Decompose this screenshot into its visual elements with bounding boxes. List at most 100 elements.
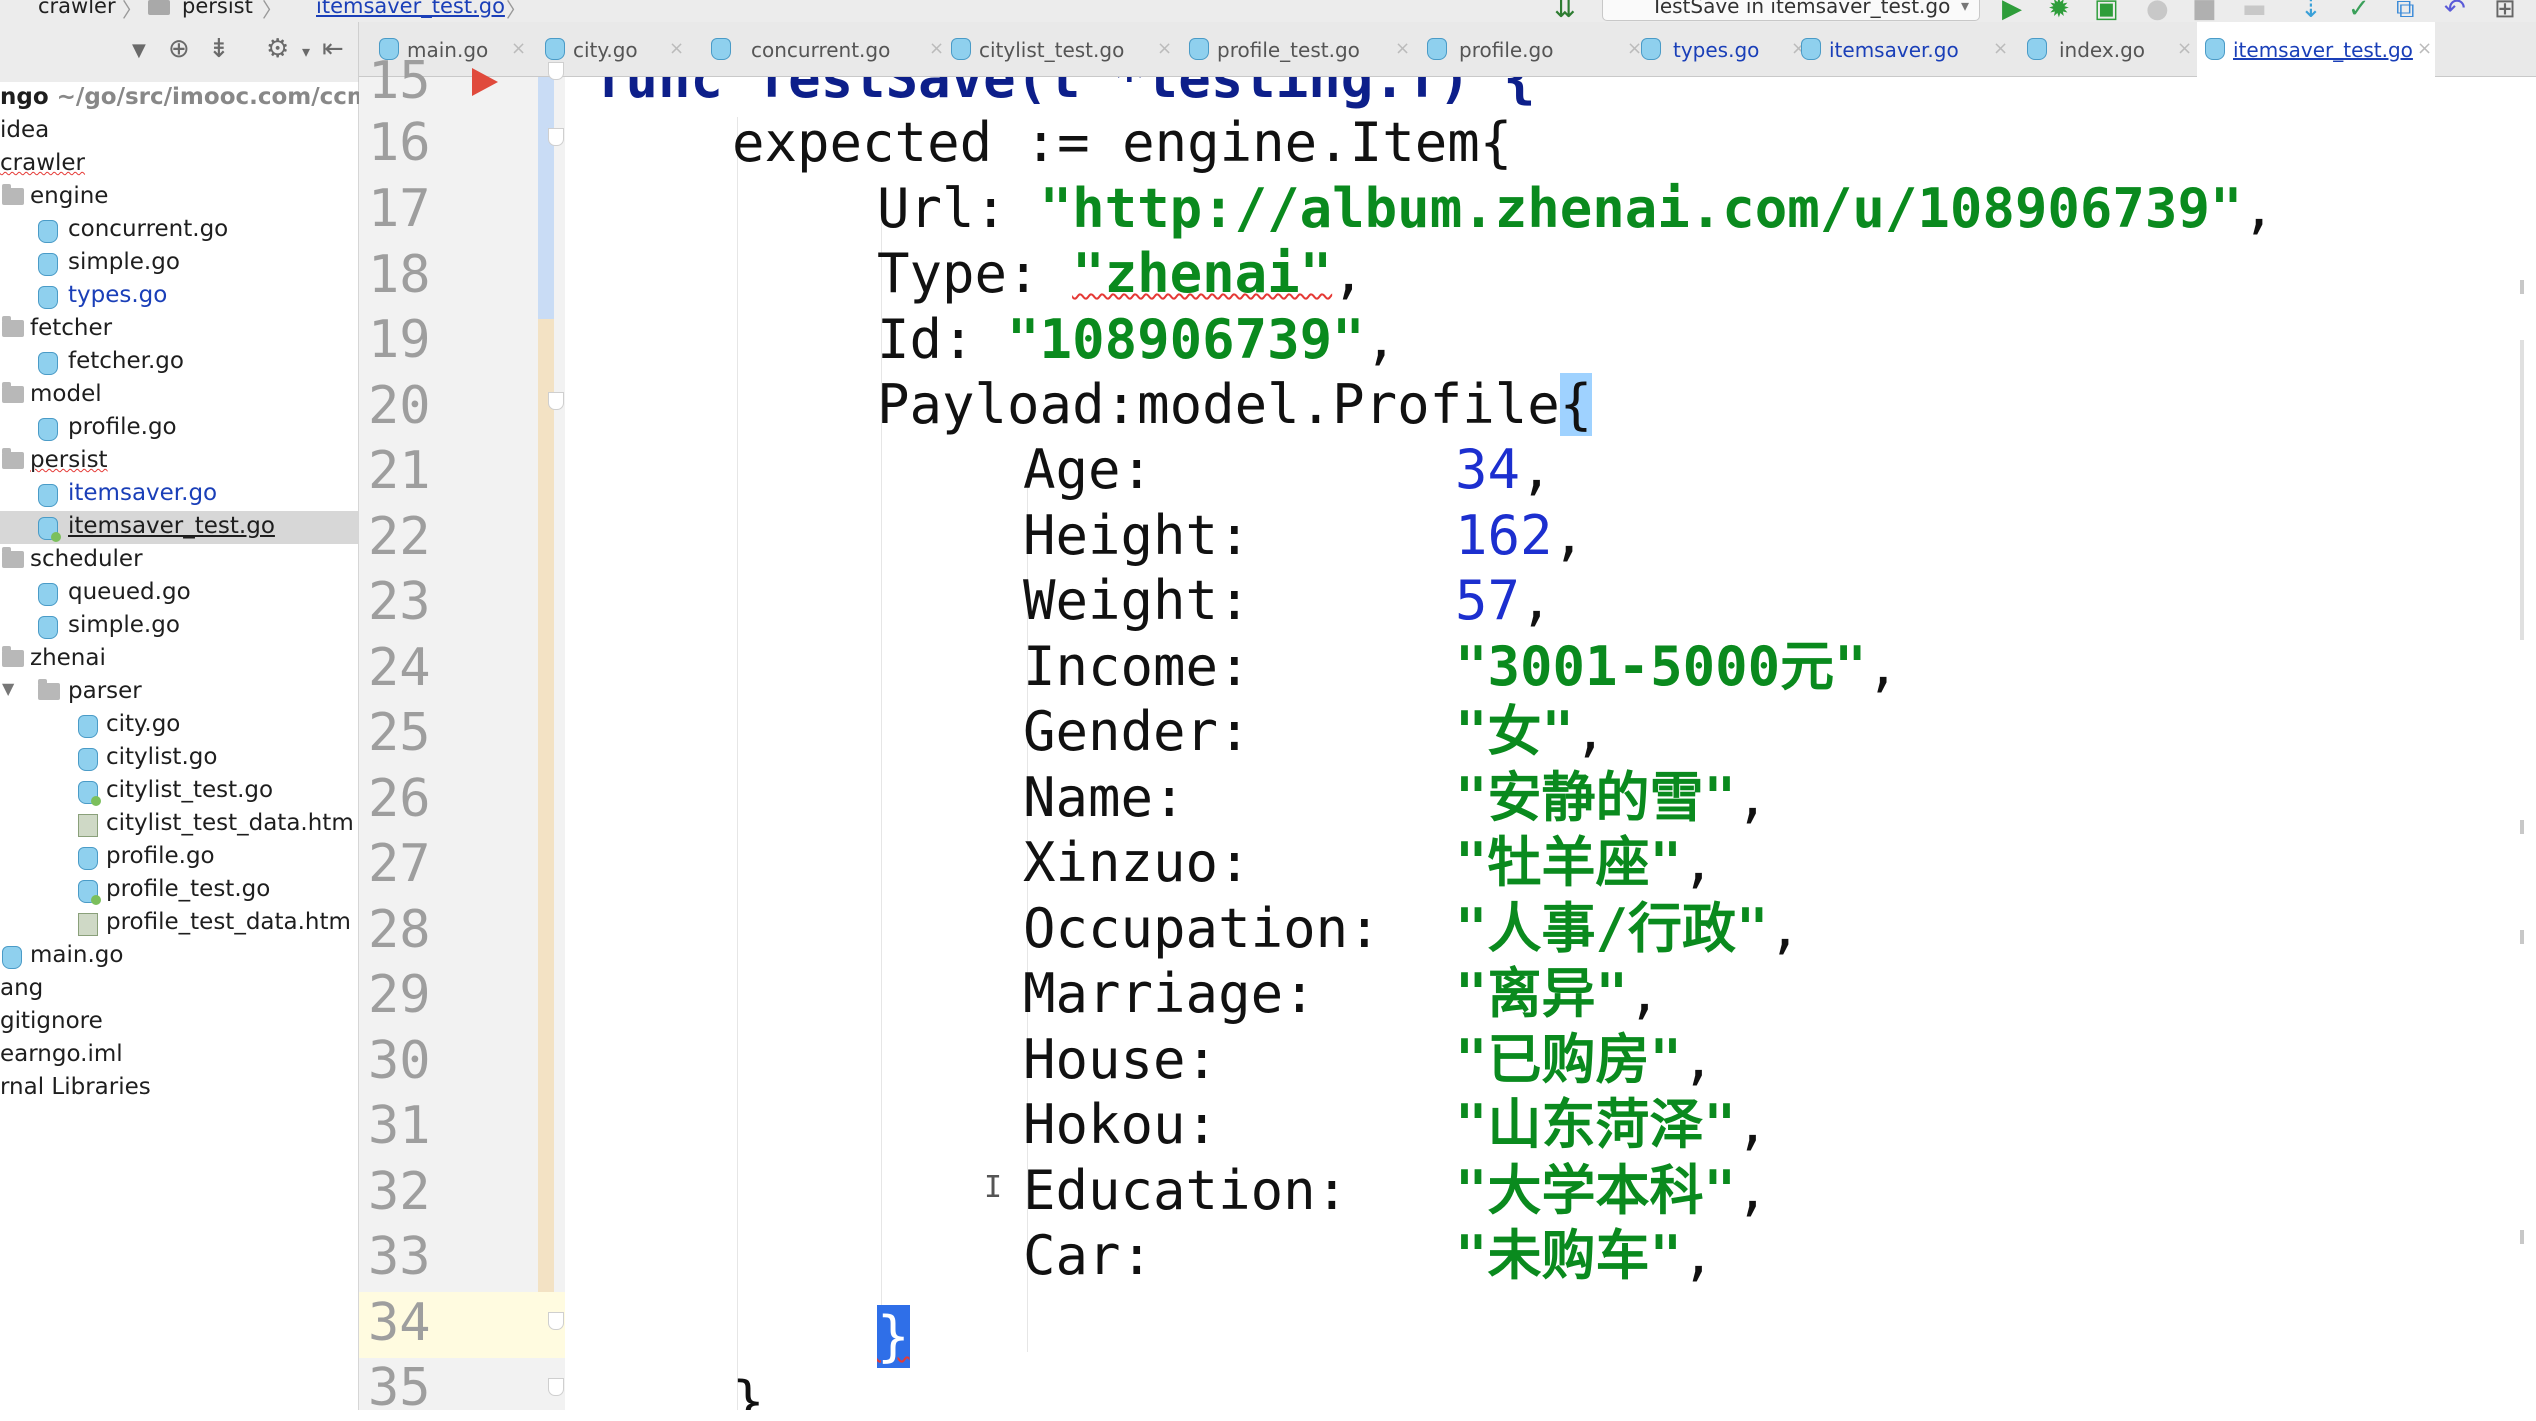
tree-item[interactable]: fetcher.go xyxy=(0,346,358,379)
tree-item[interactable]: gitignore xyxy=(0,1006,358,1039)
folder-icon xyxy=(2,547,24,568)
tree-item[interactable]: simple.go xyxy=(0,610,358,643)
tree-item[interactable]: fetcher xyxy=(0,313,358,346)
matched-brace: } xyxy=(877,1305,910,1368)
collapse-all-icon[interactable]: ⇟ xyxy=(208,34,230,64)
close-icon[interactable]: × xyxy=(2417,38,2432,59)
close-icon[interactable]: × xyxy=(1993,38,2008,59)
tree-item[interactable]: profile.go xyxy=(0,412,358,445)
field-value: "牡羊座" xyxy=(1455,831,1683,894)
debug-icon[interactable]: ✹ xyxy=(2048,0,2070,22)
breadcrumb-persist[interactable]: persist xyxy=(182,0,253,18)
tree-item[interactable]: concurrent.go xyxy=(0,214,358,247)
close-icon[interactable]: × xyxy=(1157,38,1172,59)
vcs-update-icon[interactable]: ⇣ xyxy=(2300,0,2322,22)
tab-profile-go[interactable]: profile.go × xyxy=(1419,22,1642,76)
tab-citylist-test-go[interactable]: citylist_test.go × xyxy=(943,22,1173,76)
build-icon[interactable]: ⇊ xyxy=(1554,0,1576,22)
layout-icon[interactable]: ▬ xyxy=(2242,0,2267,22)
fold-marker[interactable] xyxy=(548,392,564,410)
profile-icon[interactable]: ● xyxy=(2146,0,2169,22)
revert-icon[interactable]: ↶ xyxy=(2444,0,2466,22)
tree-item[interactable]: itemsaver.go xyxy=(0,478,358,511)
go-file-icon xyxy=(38,286,58,309)
tree-item[interactable]: profile_test_data.htm xyxy=(0,907,358,940)
coverage-icon[interactable]: ▣ xyxy=(2094,0,2119,22)
tree-item-label: persist xyxy=(30,447,108,473)
code-line-15: func TestSave(t *testing.T) { xyxy=(593,77,1536,110)
tab-types-go[interactable]: types.go × xyxy=(1633,22,1806,76)
fold-marker[interactable] xyxy=(548,1378,564,1396)
run-icon[interactable]: ▶ xyxy=(2002,0,2022,22)
stop-icon[interactable]: ■ xyxy=(2192,0,2217,22)
chevron-down-icon[interactable]: ▼ xyxy=(132,40,146,61)
tab-profile-test-go[interactable]: profile_test.go × xyxy=(1181,22,1411,76)
field-key: Income: xyxy=(1023,634,1251,698)
field-key: House: xyxy=(1023,1027,1219,1091)
line-number: 32 xyxy=(368,1162,431,1222)
tree-item[interactable]: ▼ parser xyxy=(0,676,358,709)
close-icon[interactable]: × xyxy=(2177,38,2192,59)
tree-item[interactable]: scheduler xyxy=(0,544,358,577)
tab-itemsaver-go[interactable]: itemsaver.go × xyxy=(1793,22,2008,76)
tree-item[interactable]: zhenai xyxy=(0,643,358,676)
tree-item[interactable]: city.go xyxy=(0,709,358,742)
scrollbar-marker[interactable] xyxy=(2520,930,2524,944)
tree-item[interactable]: citylist.go xyxy=(0,742,358,775)
tree-item[interactable]: queued.go xyxy=(0,577,358,610)
fold-marker[interactable] xyxy=(548,1312,564,1330)
breadcrumb-crawler[interactable]: crawler xyxy=(38,0,116,18)
scrollbar-marker[interactable] xyxy=(2520,280,2524,294)
tree-item[interactable]: persist xyxy=(0,445,358,478)
tab-concurrent-go[interactable]: concurrent.go × xyxy=(703,22,944,76)
field-value: "人事/行政" xyxy=(1455,896,1769,960)
tree-item[interactable]: model xyxy=(0,379,358,412)
close-icon[interactable]: × xyxy=(1395,38,1410,59)
tab-label: concurrent.go xyxy=(751,38,891,62)
field-value: "女" xyxy=(1455,700,1575,763)
tree-item[interactable]: crawler xyxy=(0,148,358,181)
line-number: 35 xyxy=(368,1358,431,1418)
tree-item[interactable]: profile_test.go xyxy=(0,874,358,907)
field-key: Occupation: xyxy=(1023,896,1381,960)
close-icon[interactable]: × xyxy=(669,38,684,59)
payload-type: Payload:model.Profile xyxy=(877,373,1560,436)
line-number: 20 xyxy=(368,376,431,436)
scrollbar-thumb[interactable] xyxy=(2520,340,2524,640)
scrollbar-marker[interactable] xyxy=(2520,1230,2524,1244)
close-icon[interactable]: × xyxy=(511,38,526,59)
fold-marker[interactable] xyxy=(548,128,564,146)
tree-item[interactable]: simple.go xyxy=(0,247,358,280)
field-key: Height: xyxy=(1023,503,1251,567)
tree-item-selected[interactable]: itemsaver_test.go xyxy=(0,511,358,544)
tree-item[interactable]: types.go xyxy=(0,280,358,313)
gear-icon[interactable]: ⚙ xyxy=(266,34,289,64)
chevron-down-icon[interactable]: ▼ xyxy=(2,679,14,698)
tree-root[interactable]: ngo ~/go/src/imooc.com/ccm xyxy=(0,82,371,115)
vcs-change-marker[interactable] xyxy=(538,319,554,1292)
tree-item[interactable]: main.go xyxy=(0,940,358,973)
tab-index-go[interactable]: index.go × xyxy=(2019,22,2192,76)
settings-icon[interactable]: ⊞ xyxy=(2494,0,2516,22)
breadcrumb-current-file[interactable]: itemsaver_test.go xyxy=(316,0,505,18)
tab-itemsaver-test-go[interactable]: itemsaver_test.go × xyxy=(2197,22,2435,77)
vcs-commit-icon[interactable]: ✓ xyxy=(2348,0,2370,22)
run-configuration-selector[interactable]: TestSave in itemsaver_test.go ▾ xyxy=(1602,0,1980,21)
tree-item[interactable]: profile.go xyxy=(0,841,358,874)
tree-item[interactable]: ang xyxy=(0,973,358,1006)
vcs-change-marker[interactable] xyxy=(538,77,554,319)
tree-item[interactable]: engine xyxy=(0,181,358,214)
tree-item[interactable]: citylist_test_data.htm xyxy=(0,808,358,841)
close-icon[interactable]: × xyxy=(929,38,944,59)
code-editor[interactable]: func TestSave(t *testing.T) { expected :… xyxy=(565,77,2536,1410)
fold-marker[interactable] xyxy=(548,62,564,80)
chevron-down-icon[interactable]: ▾ xyxy=(302,42,310,61)
tree-item[interactable]: citylist_test.go xyxy=(0,775,358,808)
tree-item[interactable]: earngo.iml xyxy=(0,1039,358,1072)
locate-file-icon[interactable]: ⊕ xyxy=(168,34,190,64)
scrollbar-marker[interactable] xyxy=(2520,820,2524,834)
hide-panel-icon[interactable]: ⇤ xyxy=(322,34,344,64)
vcs-history-icon[interactable]: ⧉ xyxy=(2396,0,2415,22)
tree-item[interactable]: idea xyxy=(0,115,358,148)
tree-item[interactable]: rnal Libraries xyxy=(0,1072,358,1105)
